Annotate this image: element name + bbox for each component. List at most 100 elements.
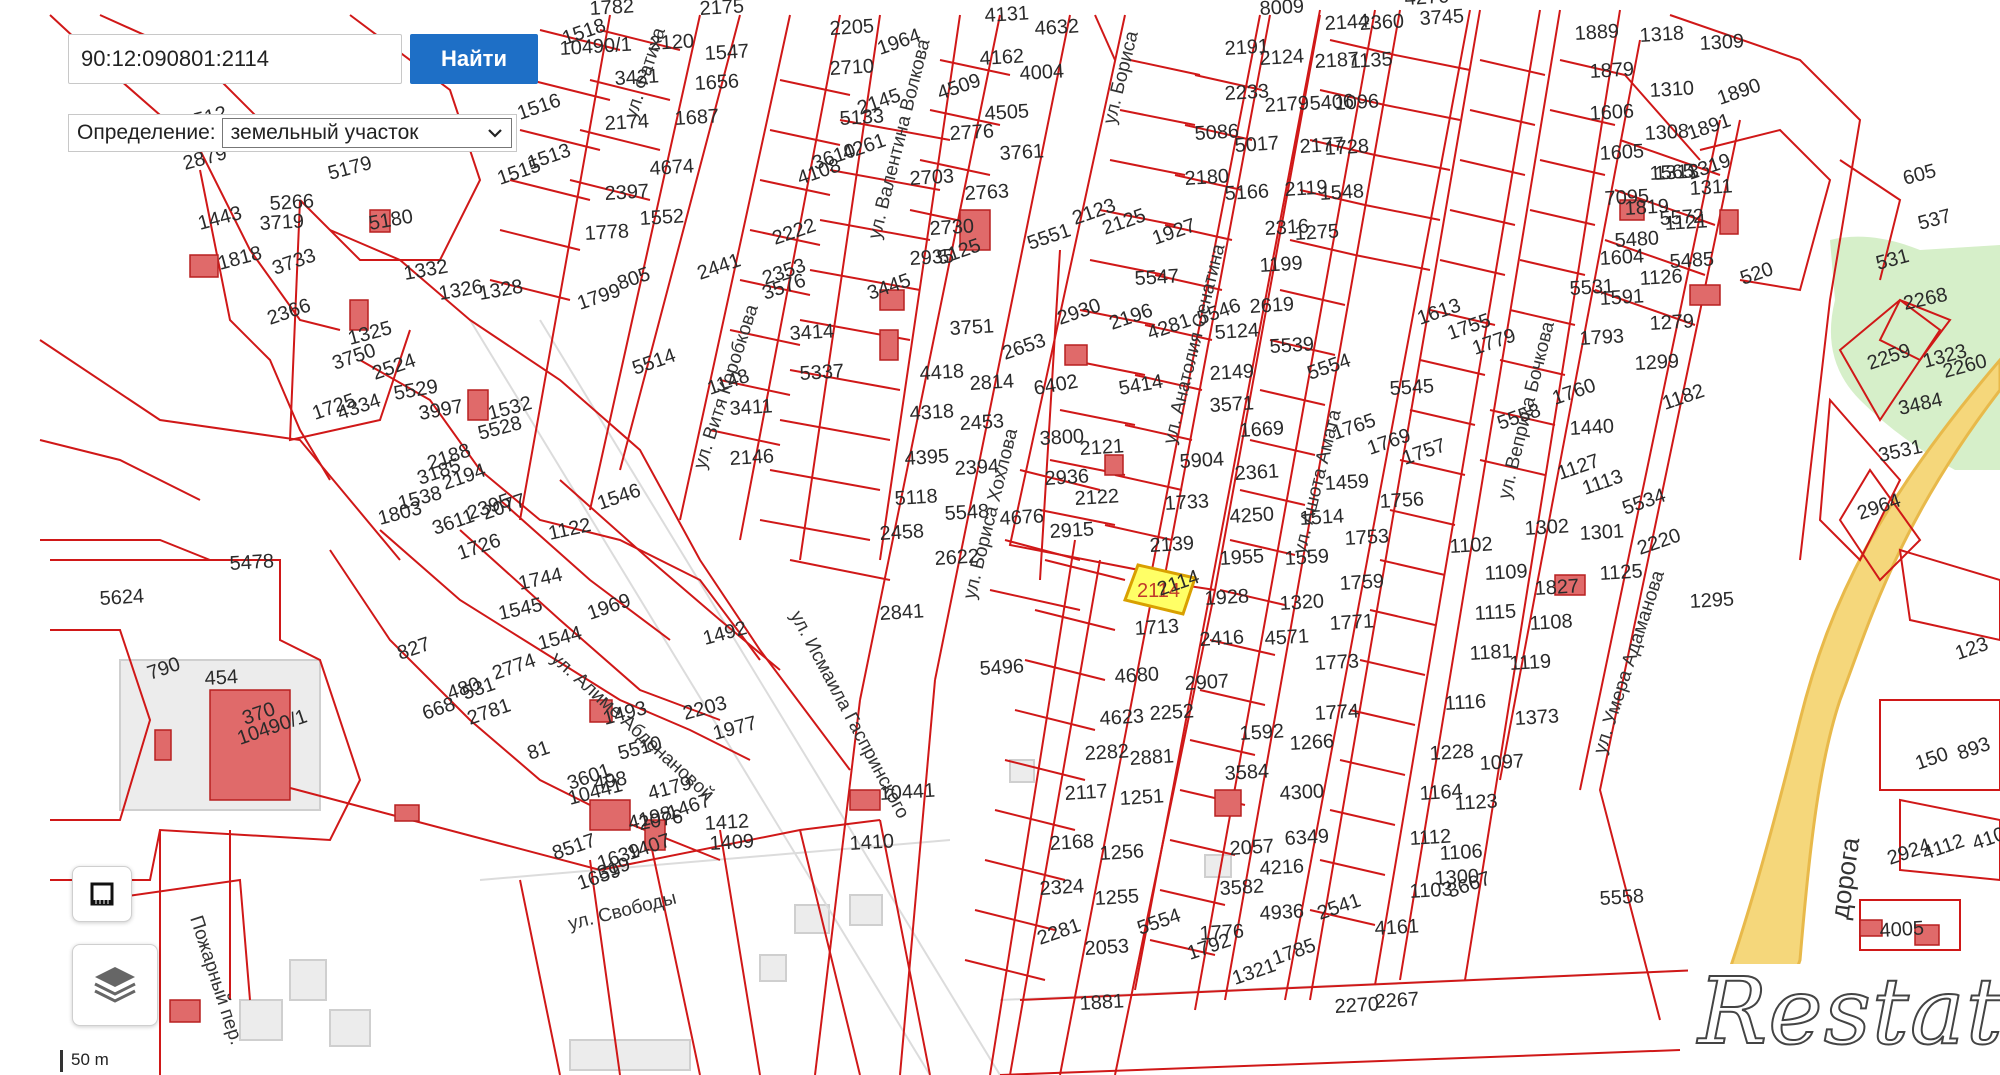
parcel-number-label: 2267 — [1374, 988, 1420, 1013]
parcel-number-label: 2180 — [1184, 165, 1230, 190]
parcel-number-label: 2252 — [1149, 700, 1195, 725]
scale-bar-line — [60, 1050, 63, 1072]
parcel-number-label: 4162 — [979, 45, 1025, 70]
parcel-number-label: 1102 — [1449, 533, 1493, 558]
parcel-number-label: 4005 — [1879, 917, 1925, 942]
parcel-number-label: 3745 — [1419, 5, 1465, 30]
layers-button[interactable] — [72, 944, 158, 1026]
parcel-number-label: 5086 — [1194, 120, 1240, 145]
parcel-number-label: 2458 — [879, 520, 925, 545]
parcel-number-label: 1793 — [1579, 325, 1625, 350]
watermark-text: Restate — [1697, 964, 2000, 1066]
parcel-number-label: 4131 — [984, 2, 1030, 27]
layers-icon — [94, 967, 136, 1003]
parcel-number-label: 3800 — [1039, 425, 1085, 450]
parcel-number-label: 1687 — [674, 105, 720, 130]
parcel-number-label: 1955 — [1219, 545, 1265, 570]
parcel-number-label: 1373 — [1514, 705, 1560, 730]
parcel-number-label: 4571 — [1264, 625, 1310, 650]
search-panel: Найти — [68, 34, 538, 84]
parcel-number-label: 2175 — [699, 0, 745, 20]
parcel-number-label: 2881 — [1129, 745, 1175, 770]
parcel-number-label: 2703 — [909, 165, 955, 190]
parcel-number-label: 5133 — [839, 105, 885, 130]
parcel-number-label: 4216 — [1259, 855, 1305, 880]
parcel-number-label: 2416 — [1199, 626, 1245, 651]
parcel-number-label: 2053 — [1084, 935, 1130, 960]
parcel-number-label: 2814 — [969, 370, 1015, 395]
parcel-number-label: 1759 — [1339, 570, 1385, 595]
parcel-number-label: 1606 — [1589, 100, 1635, 125]
parcel-number-label: 3751 — [949, 315, 995, 340]
parcel-number-label: 1256 — [1099, 840, 1145, 865]
parcel-number-label: 4623 — [1099, 705, 1145, 730]
parcel-number-label: 1097 — [1479, 750, 1525, 775]
parcel-number-label: 1773 — [1314, 650, 1360, 675]
parcel-number-label: 1119 — [1509, 650, 1552, 674]
parcel-number-label: 5904 — [1179, 448, 1225, 473]
parcel-number-label: 4418 — [919, 360, 965, 385]
parcel-number-label: 5485 — [1669, 248, 1715, 273]
parcel-number-label: 5496 — [979, 655, 1025, 680]
parcel-number-label: 1228 — [1429, 740, 1475, 765]
ruler-frame-icon — [90, 882, 114, 906]
parcel-number-label: 1547 — [704, 40, 750, 65]
definition-panel: Определение: земельный участок — [68, 114, 517, 152]
parcel-number-label: 3719 — [259, 210, 305, 235]
parcel-number-label: 1096 — [1334, 90, 1380, 115]
parcel-number-label: 1889 — [1574, 20, 1620, 45]
parcel-number-label: 1756 — [1379, 488, 1425, 513]
parcel-number-label: 1410 — [849, 830, 895, 855]
parcel-number-label: 2763 — [964, 180, 1010, 205]
parcel-number-label: 2936 — [1044, 465, 1090, 490]
scale-bar: 50 m — [60, 1050, 109, 1072]
parcel-number-label: 5480 — [1614, 227, 1660, 252]
cadastral-map[interactable]: дорога 2114 2114 19282416290719554250213… — [0, 0, 2000, 1075]
parcel-number-label: 2710 — [829, 55, 875, 80]
parcel-number-label: 1733 — [1164, 490, 1210, 515]
parcel-number-label: 2730 — [929, 215, 975, 240]
chevron-down-icon — [487, 129, 502, 138]
parcel-number-label: 4395 — [904, 445, 950, 470]
definition-selected-value: земельный участок — [230, 121, 419, 144]
search-button[interactable]: Найти — [410, 34, 538, 84]
parcel-number-label: 1116 — [1444, 690, 1487, 714]
cadastral-search-input[interactable] — [68, 34, 402, 84]
parcel-number-label: 1275 — [1294, 220, 1340, 245]
parcel-number-label: 4676 — [999, 505, 1045, 530]
parcel-number-label: 1125 — [1599, 560, 1643, 585]
parcel-number-label: 2324 — [1039, 875, 1085, 900]
parcel-number-label: 2168 — [1049, 830, 1095, 855]
parcel-number-label: 4250 — [1229, 503, 1275, 528]
parcel-number-label: 1115 — [1474, 600, 1517, 624]
parcel-number-label: 1459 — [1324, 470, 1370, 495]
parcel-number-label: 1592 — [1239, 720, 1285, 745]
parcel-number-label: 8009 — [1259, 0, 1305, 20]
definition-select[interactable]: земельный участок — [221, 118, 512, 148]
parcel-number-label: 1605 — [1599, 140, 1645, 165]
parcel-number-label: 1255 — [1094, 885, 1140, 910]
parcel-number-label: 5624 — [99, 585, 145, 610]
parcel-number-label: 1123 — [1454, 790, 1498, 815]
parcel-number-label: 3571 — [1209, 392, 1255, 417]
parcel-number-label: 1108 — [1529, 610, 1573, 635]
map-viewport[interactable]: дорога 2114 2114 1928 2416 2907 1955 425… — [0, 0, 2000, 1075]
parcel-number-label: 4680 — [1114, 663, 1160, 688]
measure-button[interactable] — [72, 866, 132, 922]
parcel-number-label: 1266 — [1289, 730, 1335, 755]
parcel-number-label: 1409 — [709, 830, 755, 855]
parcel-number-label: 1106 — [1439, 840, 1483, 865]
parcel-number-label: 5337 — [799, 360, 845, 385]
parcel-number-label: 2361 — [1234, 460, 1280, 485]
parcel-number-label: 1301 — [1579, 520, 1625, 545]
parcel-number-label: 3584 — [1224, 760, 1270, 785]
parcel-number-label: 7095 — [1604, 185, 1650, 210]
parcel-number-label: 4936 — [1259, 900, 1305, 925]
parcel-number-label: 1656 — [694, 70, 740, 95]
parcel-number-label: 1295 — [1689, 588, 1735, 613]
parcel-number-label: 4004 — [1019, 60, 1065, 85]
parcel-number-label: 2397 — [604, 180, 650, 205]
parcel-number-label: 3414 — [789, 320, 835, 345]
parcel-number-label: 1879 — [1589, 58, 1635, 83]
parcel-number-label: 1713 — [1134, 615, 1180, 640]
